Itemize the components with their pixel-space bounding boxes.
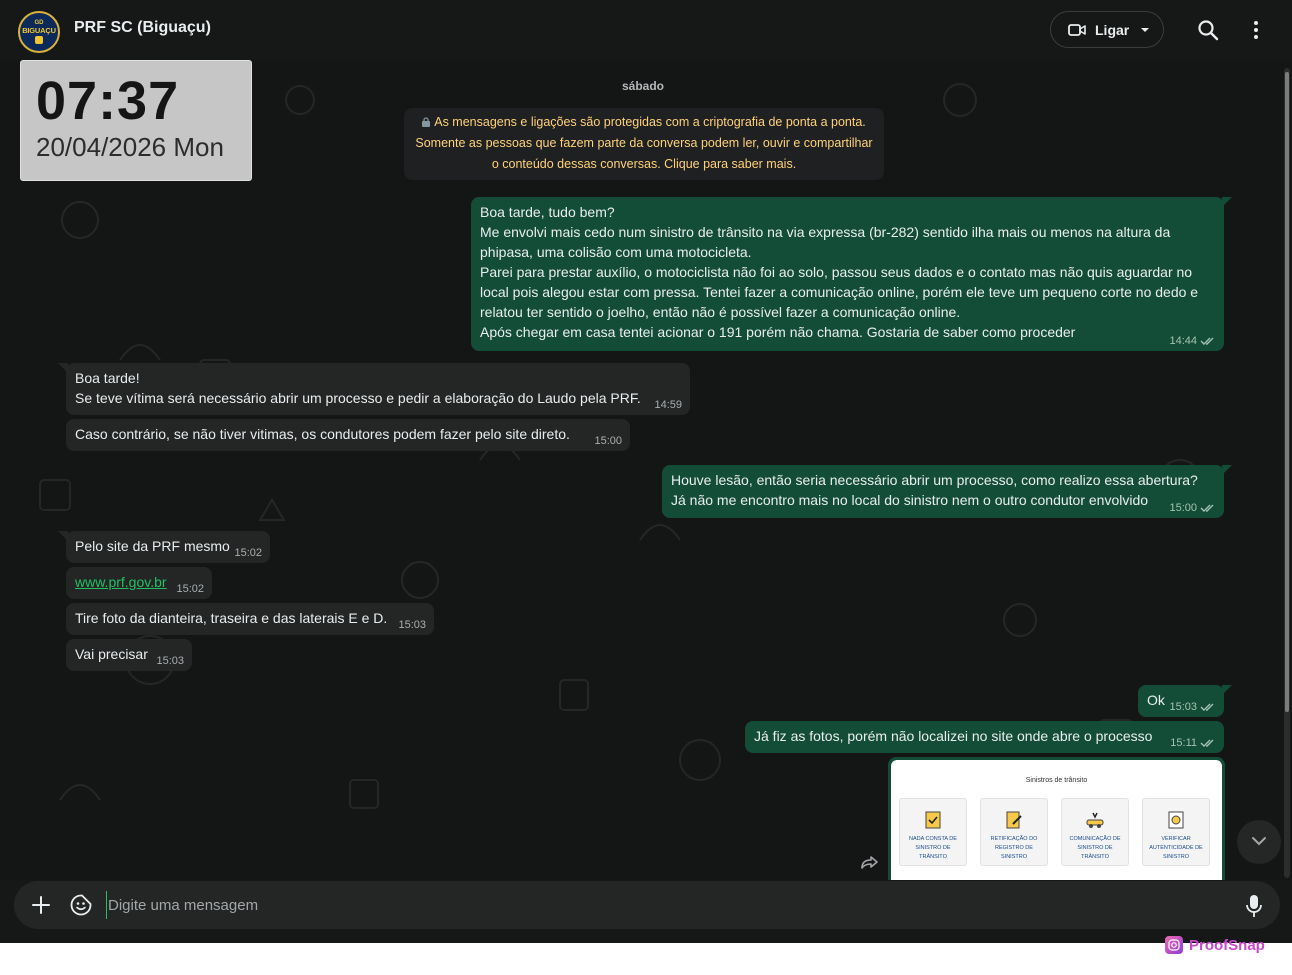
call-button-label: Ligar (1095, 21, 1130, 38)
message-timestamp: 15:11 (1170, 737, 1197, 749)
double-check-icon (1200, 702, 1216, 712)
image-card: COMUNICAÇÃO DE SINISTRO DE TRÂNSITO (1061, 798, 1129, 866)
encryption-notice-text: As mensagens e ligações são protegidas c… (415, 115, 873, 171)
message-incoming[interactable]: Pelo site da PRF mesmo 15:02 (58, 531, 270, 563)
message-text: Já fiz as fotos, porém não localizei no … (754, 728, 1153, 744)
message-incoming[interactable]: www.prf.gov.br 15:02 (66, 567, 212, 599)
message-incoming[interactable]: Caso contrário, se não tiver vitimas, os… (66, 419, 630, 451)
image-card: RETIFICAÇÃO DO REGISTRO DE SINISTRO (980, 798, 1048, 866)
message-list[interactable]: sábado As mensagens e ligações são prote… (0, 60, 1292, 880)
contact-avatar[interactable]: GD BIGUAÇU (18, 11, 60, 53)
microphone-icon[interactable] (1244, 893, 1264, 919)
search-icon[interactable] (1196, 18, 1220, 42)
message-text: Caso contrário, se não tiver vitimas, os… (75, 426, 570, 442)
double-check-icon (1200, 336, 1216, 346)
bubble-tail (58, 531, 68, 541)
plus-icon[interactable] (30, 894, 52, 916)
message-text: Boa tarde! Se teve vítima será necessári… (75, 370, 641, 406)
message-incoming[interactable]: Tire foto da dianteira, traseira e das l… (66, 603, 434, 635)
message-time: 15:03 (398, 619, 426, 631)
message-incoming[interactable]: Boa tarde! Se teve vítima será necessári… (58, 363, 690, 415)
sticker-icon[interactable] (69, 893, 93, 917)
message-text: Tire foto da dianteira, traseira e das l… (75, 610, 388, 626)
message-timestamp: 15:00 (1169, 502, 1197, 514)
car-crash-icon (1085, 811, 1105, 829)
composer-box (14, 881, 1280, 929)
scroll-down-button[interactable] (1237, 820, 1281, 864)
camera-icon (1165, 936, 1183, 954)
message-time: 15:03 (156, 655, 184, 667)
whatsapp-web-window: GD BIGUAÇU PRF SC (Biguaçu) Ligar sábado… (0, 0, 1292, 943)
encryption-notice[interactable]: As mensagens e ligações são protegidas c… (404, 108, 884, 180)
image-card-label: VERIFICAR AUTENTICIDADE DE SINISTRO (1149, 836, 1203, 860)
call-button[interactable]: Ligar (1050, 11, 1164, 48)
chevron-down-icon (1140, 27, 1150, 33)
message-text: Boa tarde, tudo bem? Me envolvi mais ced… (480, 204, 1199, 340)
clock-date: 20/04/2026 Mon (36, 132, 224, 162)
message-time: 15:03 (1169, 700, 1216, 714)
image-title: Sinistros de trânsito (1025, 777, 1088, 784)
message-outgoing[interactable]: Boa tarde, tudo bem? Me envolvi mais ced… (471, 197, 1232, 351)
document-seal-icon (1166, 811, 1186, 829)
bubble-tail (58, 363, 68, 373)
document-check-icon (923, 811, 943, 829)
message-time: 15:00 (1169, 501, 1216, 515)
clock-time: 07:37 (36, 71, 180, 131)
message-time: 15:02 (176, 583, 204, 595)
message-time: 15:11 (1170, 736, 1216, 750)
kebab-menu-icon[interactable] (1246, 18, 1266, 42)
watermark-text: ProofSnap (1189, 936, 1265, 954)
message-outgoing[interactable]: Já fiz as fotos, porém não localizei no … (745, 721, 1224, 753)
image-message[interactable]: Sinistros de trânsito NADA CONSTA DE SIN… (888, 757, 1225, 880)
message-outgoing[interactable]: Ok 15:03 (1138, 685, 1232, 717)
video-camera-icon (1068, 23, 1086, 37)
scrollbar-thumb[interactable] (1285, 72, 1289, 712)
bubble-tail (1222, 465, 1232, 475)
avatar-text-main: BIGUAÇU (22, 26, 56, 35)
message-outgoing[interactable]: Houve lesão, então seria necessário abri… (662, 465, 1232, 518)
message-time: 14:59 (654, 399, 682, 411)
bubble-tail (1222, 685, 1232, 695)
message-time: 15:00 (594, 435, 622, 447)
bubble-tail (1222, 197, 1232, 207)
image-card-label: RETIFICAÇÃO DO REGISTRO DE SINISTRO (990, 836, 1038, 860)
message-text: Pelo site da PRF mesmo (75, 538, 230, 554)
image-card: NADA CONSTA DE SINISTRO DE TRÂNSITO (899, 798, 967, 866)
document-edit-icon (1004, 811, 1024, 829)
date-separator: sábado (622, 79, 665, 93)
chat-title[interactable]: PRF SC (Biguaçu) (74, 19, 211, 37)
chevron-down-icon (1251, 833, 1267, 851)
message-text: Houve lesão, então seria necessário abri… (671, 472, 1198, 508)
message-incoming[interactable]: Vai precisar 15:03 (66, 639, 192, 671)
image-card: VERIFICAR AUTENTICIDADE DE SINISTRO (1142, 798, 1210, 866)
forward-icon[interactable] (858, 853, 880, 873)
message-composer (0, 880, 1292, 943)
message-input[interactable] (106, 891, 1206, 919)
screenshot-image[interactable]: Sinistros de trânsito NADA CONSTA DE SIN… (891, 760, 1222, 880)
message-timestamp: 15:03 (1169, 701, 1197, 713)
image-card-label: COMUNICAÇÃO DE SINISTRO DE TRÂNSITO (1069, 836, 1121, 860)
message-timestamp: 14:44 (1169, 335, 1197, 347)
chat-header: GD BIGUAÇU PRF SC (Biguaçu) Ligar (0, 0, 1292, 60)
badge-icon (35, 36, 43, 44)
double-check-icon (1200, 503, 1216, 513)
image-card-label: NADA CONSTA DE SINISTRO DE TRÂNSITO (909, 836, 957, 860)
message-time: 14:44 (1169, 334, 1216, 348)
lock-icon (422, 113, 431, 127)
proofsnap-watermark: ProofSnap (1165, 934, 1265, 956)
double-check-icon (1200, 738, 1216, 748)
message-time: 15:02 (234, 547, 262, 559)
clock-overlay: 07:37 20/04/2026 Mon (20, 60, 252, 181)
